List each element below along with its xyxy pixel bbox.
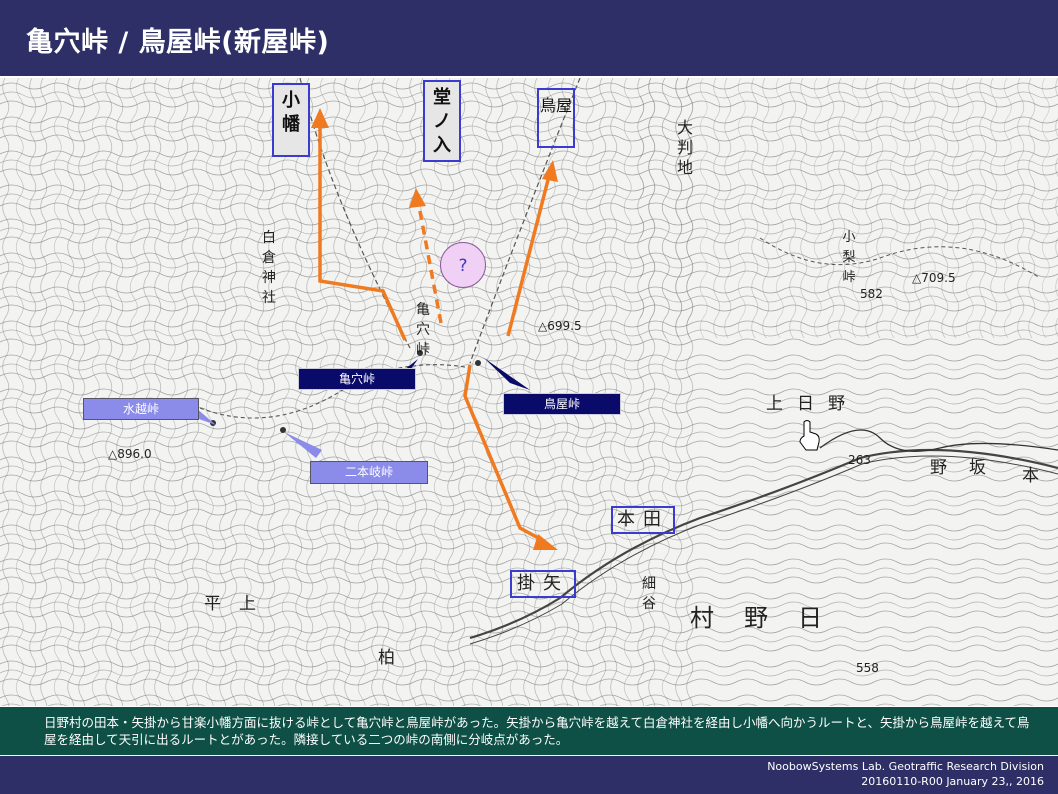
unknown-route-marker: ? [440, 242, 486, 288]
topographic-map: 大判地 白倉神社 亀穴峠 小梨峠 △699.5 △709.5 △896.0 58… [0, 78, 1058, 706]
elevation-263: 263 [848, 453, 871, 467]
nihonmata-marker [280, 427, 286, 433]
label-kameana-pass: 亀穴峠 [298, 368, 416, 390]
elevation-896: △896.0 [108, 447, 152, 461]
elevation-582: 582 [860, 287, 883, 301]
map-text-kameana-vertical: 亀穴峠 [416, 302, 430, 358]
place-yakake: 掛矢 [510, 570, 576, 598]
label-toya-pass: 鳥屋峠 [503, 393, 621, 415]
label-mizukoshi-pass: 水越峠 [83, 398, 199, 420]
map-text-kamihino: 上日野 [766, 394, 859, 414]
elevation-7095: △709.5 [912, 271, 956, 285]
credit: NoobowSystems Lab. Geotraffic Research D… [767, 759, 1044, 789]
map-text-hirakami: 平上 [204, 594, 274, 614]
credit-line-1: NoobowSystems Lab. Geotraffic Research D… [767, 760, 1044, 773]
credit-line-2: 20160110-R00 January 23,, 2016 [861, 775, 1044, 788]
caption-text: 日野村の田本・矢掛から甘楽小幡方面に抜ける峠として亀穴峠と鳥屋峠があった。矢掛か… [44, 715, 1030, 747]
destination-toya: 鳥屋 [537, 88, 575, 148]
page-title: 亀穴峠 / 鳥屋峠(新屋峠) [26, 27, 330, 58]
destination-donoiri: 堂ノ入 [423, 80, 461, 162]
elevation-699: △699.5 [538, 319, 582, 333]
map-text-noboru: 野坂 [930, 458, 1008, 478]
toya-marker [475, 360, 481, 366]
map-text-shirakura: 白倉神社 [262, 230, 276, 306]
map-text-oobanchi: 大判地 [676, 118, 693, 177]
destination-obata: 小幡 [272, 83, 310, 157]
map-text-kashiwa: 柏 [378, 648, 395, 668]
map-canvas [0, 78, 1058, 706]
map-text-hon: 本 [1022, 466, 1039, 486]
elevation-558: 558 [856, 661, 879, 675]
header-bar: 亀穴峠 / 鳥屋峠(新屋峠) [0, 0, 1058, 78]
label-nihonmata-pass: 二本岐峠 [310, 461, 428, 484]
footer-bar: NoobowSystems Lab. Geotraffic Research D… [0, 756, 1058, 794]
map-text-hosoya: 細谷 [642, 576, 656, 612]
place-hond: 本田 [611, 506, 675, 534]
map-text-koriyama: 小梨峠 [842, 230, 856, 285]
caption-bar: 日野村の田本・矢掛から甘楽小幡方面に抜ける峠として亀穴峠と鳥屋峠があった。矢掛か… [0, 706, 1058, 756]
map-text-hino-village: 村野日 [690, 604, 852, 632]
